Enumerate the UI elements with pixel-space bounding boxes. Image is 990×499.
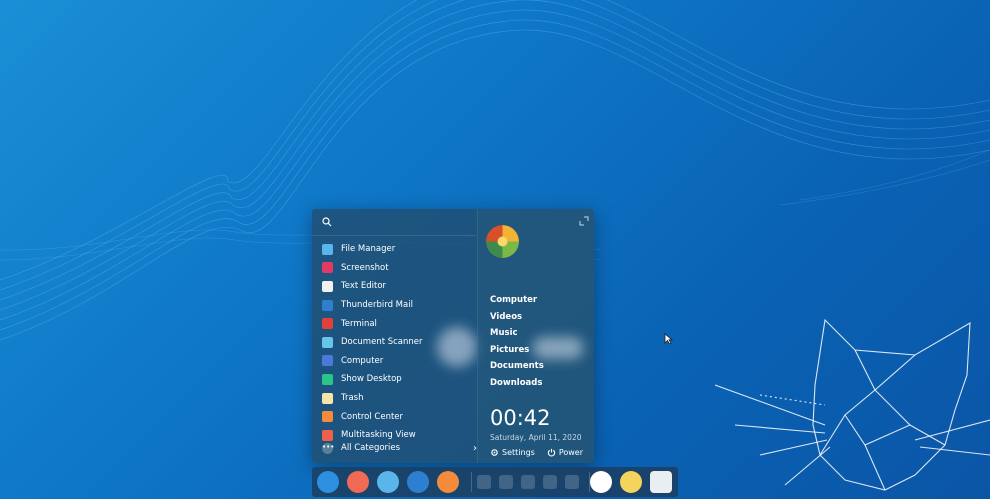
more-icon: ••• — [322, 442, 334, 454]
keyboard-icon[interactable] — [543, 475, 557, 489]
app-label: Document Scanner — [341, 337, 423, 348]
multitasking-icon[interactable] — [347, 471, 369, 493]
text-editor-icon — [322, 280, 333, 292]
clock-date: Saturday, April 11, 2020 — [490, 433, 582, 442]
volume-icon[interactable] — [499, 475, 513, 489]
dock-separator — [471, 472, 472, 492]
app-label: Control Center — [341, 411, 404, 422]
app-label: File Manager — [341, 244, 396, 255]
trash-icon — [322, 392, 333, 404]
document-scanner-icon — [322, 336, 333, 348]
dock — [312, 467, 678, 497]
panther-logo — [715, 318, 990, 491]
place-downloads[interactable]: Downloads — [490, 378, 544, 395]
app-label: Terminal — [341, 318, 377, 329]
fullscreen-expand-icon[interactable] — [579, 216, 589, 226]
trash-icon[interactable] — [650, 471, 672, 493]
place-computer[interactable]: Computer — [490, 295, 544, 312]
launcher-side-pane: Computer Videos Music Pictures Documents Down… — [477, 209, 594, 463]
settings-icon[interactable] — [437, 471, 459, 493]
user-avatar[interactable] — [486, 225, 519, 258]
file-manager-icon — [322, 243, 333, 255]
app-item[interactable]: Thunderbird Mail — [312, 296, 477, 315]
app-label: Trash — [341, 393, 364, 404]
all-categories-button[interactable]: ••• All Categories › — [312, 438, 477, 458]
mouse-cursor-icon — [664, 333, 673, 345]
screenshot-icon — [322, 262, 333, 274]
launcher-icon[interactable] — [317, 471, 339, 493]
app-label: Thunderbird Mail — [341, 300, 413, 311]
launcher-actions: Settings Power — [490, 448, 583, 457]
power-icon — [547, 448, 555, 457]
power-icon[interactable] — [590, 471, 612, 493]
terminal-icon — [322, 318, 333, 330]
blurred-background — [533, 337, 583, 359]
power-button[interactable]: Power — [547, 448, 583, 457]
settings-button[interactable]: Settings — [490, 448, 535, 457]
place-documents[interactable]: Documents — [490, 361, 544, 378]
settings-label: Settings — [502, 448, 535, 457]
app-label: Show Desktop — [341, 374, 402, 385]
gear-icon — [491, 449, 498, 456]
thunderbird-icon[interactable] — [407, 471, 429, 493]
clock-icon[interactable] — [620, 471, 642, 493]
search-icon — [322, 217, 332, 227]
search-bar[interactable] — [312, 209, 477, 236]
app-label: Screenshot — [341, 262, 389, 273]
app-item[interactable]: Control Center — [312, 407, 477, 426]
app-item[interactable]: File Manager — [312, 240, 477, 259]
app-launcher: File Manager Screenshot Text Editor Thunder… — [312, 209, 594, 463]
clock-time: 00:42 — [490, 406, 551, 430]
pen-icon[interactable] — [521, 475, 535, 489]
app-item[interactable]: Text Editor — [312, 277, 477, 296]
collapse-arrow-icon[interactable] — [565, 475, 579, 489]
blurred-background — [437, 327, 477, 367]
app-item[interactable]: Show Desktop — [312, 370, 477, 389]
all-categories-label: All Categories — [341, 443, 401, 453]
power-label: Power — [558, 448, 583, 457]
app-item[interactable]: Trash — [312, 389, 477, 408]
file-manager-icon[interactable] — [377, 471, 399, 493]
show-desktop-icon — [322, 373, 333, 385]
app-label: Computer — [341, 355, 384, 366]
control-center-icon — [322, 411, 333, 423]
thunderbird-mail-icon — [322, 299, 333, 311]
app-item[interactable]: Screenshot — [312, 259, 477, 278]
app-label: Text Editor — [341, 281, 387, 292]
notification-icon[interactable] — [477, 475, 491, 489]
place-videos[interactable]: Videos — [490, 312, 544, 329]
computer-icon — [322, 355, 333, 367]
